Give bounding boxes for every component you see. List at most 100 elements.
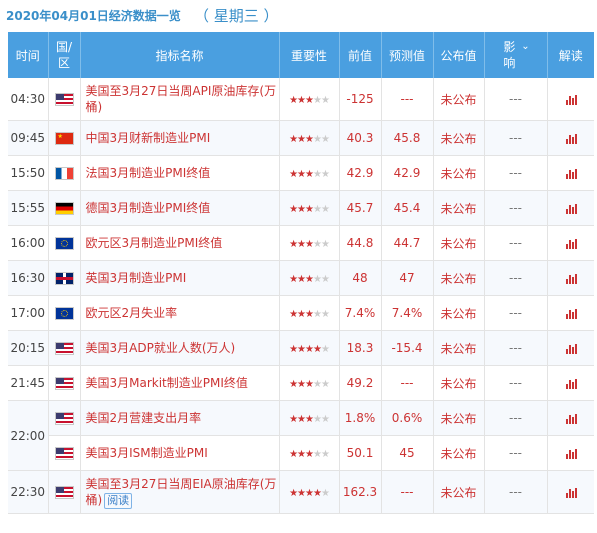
table-row[interactable]: 15:55 德国3月制造业PMI终值 ★★★★★ 45.7 45.4 未公布 --- (8, 190, 594, 226)
star-empty-icon: ★ (320, 449, 330, 460)
indicator-name-cell[interactable]: 法国3月制造业PMI终值 (80, 155, 280, 191)
interpret-cell[interactable] (547, 78, 594, 121)
table-row[interactable]: 16:30 英国3月制造业PMI ★★★★★ 48 47 未公布 --- (8, 260, 594, 296)
indicator-link[interactable]: 法国3月制造业PMI终值 (86, 166, 211, 180)
eu-flag-icon (54, 307, 74, 320)
indicator-name-cell[interactable]: 德国3月制造业PMI终值 (80, 190, 280, 226)
indicator-name-cell[interactable]: 美国至3月27日当周API原油库存(万桶) (80, 78, 280, 121)
importance-stars: ★★★★★ (289, 488, 330, 499)
interpret-cell[interactable] (547, 400, 594, 436)
indicator-name-cell[interactable]: 美国2月营建支出月率 (80, 400, 280, 436)
bar-chart-icon[interactable] (565, 487, 577, 498)
col-forecast: 预测值 (381, 32, 434, 78)
interpret-cell[interactable] (547, 330, 594, 366)
importance-cell: ★★★★★ (279, 435, 340, 471)
star-empty-icon: ★ (312, 204, 322, 215)
us-flag-icon (54, 93, 74, 106)
bar-chart-icon[interactable] (565, 343, 577, 354)
interpret-cell[interactable] (547, 470, 594, 514)
actual-value-cell: 未公布 (433, 400, 485, 436)
col-time: 时间 (8, 32, 49, 78)
indicator-link[interactable]: 德国3月制造业PMI终值 (86, 201, 211, 215)
star-empty-icon: ★ (320, 309, 330, 320)
indicator-name-cell[interactable]: 英国3月制造业PMI (80, 260, 280, 296)
indicator-link[interactable]: 美国3月ADP就业人数(万人) (86, 341, 236, 355)
interpret-cell[interactable] (547, 155, 594, 191)
importance-cell: ★★★★★ (279, 260, 340, 296)
importance-cell: ★★★★★ (279, 78, 340, 121)
actual-value-cell: 未公布 (433, 260, 485, 296)
indicator-link[interactable]: 中国3月财新制造业PMI (86, 131, 211, 145)
bar-chart-icon[interactable] (565, 308, 577, 319)
star-empty-icon: ★ (320, 95, 330, 106)
indicator-link[interactable]: 英国3月制造业PMI (86, 271, 187, 285)
indicator-name-cell[interactable]: 中国3月财新制造业PMI (80, 120, 280, 156)
star-filled-icon: ★ (297, 309, 306, 320)
star-empty-icon: ★ (312, 134, 322, 145)
time-cell: 22:00 (8, 400, 49, 471)
star-empty-icon: ★ (312, 449, 322, 460)
table-row[interactable]: 21:45 美国3月Markit制造业PMI终值 ★★★★★ 49.2 --- 未公布 --… (8, 365, 594, 401)
interpret-cell[interactable] (547, 260, 594, 296)
indicator-link[interactable]: 美国3月Markit制造业PMI终值 (86, 376, 248, 390)
time-cell: 15:50 (8, 155, 49, 191)
indicator-link[interactable]: 欧元区3月制造业PMI终值 (86, 236, 223, 250)
bar-chart-icon[interactable] (565, 168, 577, 179)
importance-cell: ★★★★★ (279, 120, 340, 156)
table-row[interactable]: 16:00 欧元区3月制造业PMI终值 ★★★★★ 44.8 44.7 未公布 --- (8, 225, 594, 261)
bar-chart-icon[interactable] (565, 273, 577, 284)
star-filled-icon: ★ (289, 414, 298, 425)
star-filled-icon: ★ (297, 488, 306, 499)
indicator-name-cell[interactable]: 美国3月ISM制造业PMI (80, 435, 280, 471)
bar-chart-icon[interactable] (565, 94, 577, 105)
interpret-cell[interactable] (547, 435, 594, 471)
indicator-link[interactable]: 美国至3月27日当周API原油库存(万桶) (86, 84, 277, 114)
table-row[interactable]: 22:30 美国至3月27日当周EIA原油库存(万桶) 阅读 ★★★★★ 162.3 --… (8, 470, 594, 514)
importance-stars: ★★★★★ (289, 449, 330, 460)
bar-chart-icon[interactable] (565, 448, 577, 459)
chevron-down-icon[interactable]: ⌄ (521, 41, 529, 52)
bar-chart-icon[interactable] (565, 238, 577, 249)
interpret-cell[interactable] (547, 225, 594, 261)
indicator-link[interactable]: 美国3月ISM制造业PMI (86, 446, 208, 460)
star-filled-icon: ★ (305, 274, 314, 285)
indicator-name-cell[interactable]: 美国3月Markit制造业PMI终值 (80, 365, 280, 401)
col-impact[interactable]: 影响 ⌄ (484, 32, 548, 78)
table-row[interactable]: 15:50 法国3月制造业PMI终值 ★★★★★ 42.9 42.9 未公布 --- (8, 155, 594, 191)
time-cell: 09:45 (8, 120, 49, 156)
impact-cell: --- (484, 260, 548, 296)
read-button[interactable]: 阅读 (104, 492, 133, 509)
table-row[interactable]: 09:45 ★ 中国3月财新制造业PMI ★★★★★ 40.3 45.8 未公布 --- (8, 120, 594, 156)
indicator-name-cell[interactable]: 美国3月ADP就业人数(万人) (80, 330, 280, 366)
table-row[interactable]: 美国3月ISM制造业PMI ★★★★★ 50.1 45 未公布 --- (8, 435, 594, 471)
interpret-cell[interactable] (547, 365, 594, 401)
star-filled-icon: ★ (297, 204, 306, 215)
time-cell: 22:30 (8, 470, 49, 514)
bar-chart-icon[interactable] (565, 413, 577, 424)
col-previous: 前值 (339, 32, 382, 78)
star-filled-icon: ★ (297, 379, 306, 390)
actual-value-cell: 未公布 (433, 190, 485, 226)
indicator-name-cell[interactable]: 美国至3月27日当周EIA原油库存(万桶) 阅读 (80, 470, 280, 514)
indicator-link[interactable]: 欧元区2月失业率 (86, 306, 178, 320)
impact-cell: --- (484, 120, 548, 156)
importance-stars: ★★★★★ (289, 134, 330, 145)
indicator-name-cell[interactable]: 欧元区3月制造业PMI终值 (80, 225, 280, 261)
indicator-name-cell[interactable]: 欧元区2月失业率 (80, 295, 280, 331)
indicator-link[interactable]: 美国2月营建支出月率 (86, 411, 202, 425)
previous-value-cell: 45.7 (339, 190, 382, 226)
interpret-cell[interactable] (547, 295, 594, 331)
bar-chart-icon[interactable] (565, 378, 577, 389)
interpret-cell[interactable] (547, 190, 594, 226)
table-row[interactable]: 17:00 欧元区2月失业率 ★★★★★ 7.4% 7.4% 未公布 --- (8, 295, 594, 331)
previous-value-cell: -125 (339, 78, 382, 121)
table-row[interactable]: 22:00 美国2月营建支出月率 ★★★★★ 1.8% 0.6% 未公布 --- (8, 400, 594, 471)
bar-chart-icon[interactable] (565, 203, 577, 214)
importance-cell: ★★★★★ (279, 295, 340, 331)
interpret-cell[interactable] (547, 120, 594, 156)
table-row[interactable]: 04:30 美国至3月27日当周API原油库存(万桶) ★★★★★ -125 --- 未公… (8, 78, 594, 121)
table-row[interactable]: 20:15 美国3月ADP就业人数(万人) ★★★★★ 18.3 -15.4 未公布 --- (8, 330, 594, 366)
country-cell (48, 260, 81, 296)
star-filled-icon: ★ (305, 414, 314, 425)
bar-chart-icon[interactable] (565, 133, 577, 144)
